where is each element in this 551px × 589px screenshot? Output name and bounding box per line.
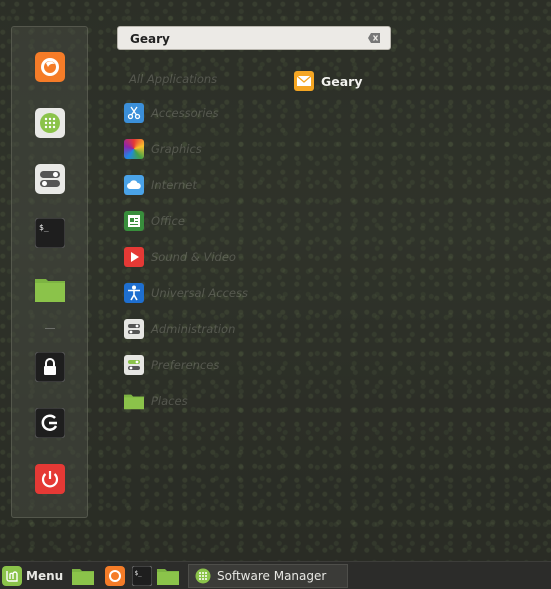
terminal-favorite-button[interactable]: $_ [34,217,66,249]
category-all-applications[interactable]: All Applications [129,72,217,86]
result-geary[interactable]: Geary [294,70,363,92]
terminal-icon: $_ [35,218,65,248]
lock-screen-favorite-button[interactable] [34,351,66,383]
svg-text:$_: $_ [39,223,49,232]
application-menu: $_ Geary All Applications Accessories Gr… [0,0,551,561]
taskbar: Menu $_ Software Manager [0,561,551,589]
mail-icon [294,71,314,91]
software-manager-favorite-button[interactable] [34,107,66,139]
favorites-separator [45,328,55,329]
clear-search-icon[interactable] [368,33,380,43]
category-label: Graphics [151,142,202,156]
office-icon [124,211,144,231]
terminal-icon: $_ [132,566,152,586]
category-label: Preferences [151,358,220,372]
category-label: Office [151,214,185,228]
graphics-icon [124,139,144,159]
grid-icon [35,108,65,138]
toggle-icon [124,319,144,339]
taskbar-files-launcher[interactable] [72,565,94,587]
power-icon [35,464,65,494]
category-label: Internet [151,178,197,192]
category-accessories[interactable]: Accessories [124,102,219,124]
category-label: Universal Access [151,286,248,300]
category-sound-video[interactable]: Sound & Video [124,246,236,268]
quit-favorite-button[interactable] [34,463,66,495]
favorites-panel: $_ [11,26,88,518]
taskbar-folder-launcher[interactable] [157,565,179,587]
category-universal-access[interactable]: Universal Access [124,282,248,304]
menu-button[interactable]: Menu [2,565,63,587]
scissors-icon [124,103,144,123]
toggle-icon [35,164,65,194]
search-input[interactable] [128,29,362,49]
folder-icon [35,279,65,302]
lock-icon [35,352,65,382]
category-graphics[interactable]: Graphics [124,138,202,160]
firefox-favorite-button[interactable] [34,51,66,83]
taskbar-window-label: Software Manager [217,569,327,583]
grid-icon [195,568,211,584]
folder-icon [157,569,179,585]
category-label: Sound & Video [151,250,236,264]
menu-label: Menu [26,569,64,583]
mint-logo-icon [2,566,22,586]
firefox-icon [105,566,125,586]
category-label: Administration [151,322,236,336]
category-preferences[interactable]: Preferences [124,354,219,376]
svg-text:$_: $_ [135,570,143,577]
category-label: Accessories [151,106,219,120]
toggle-icon [124,355,144,375]
folder-icon [72,569,94,585]
category-administration[interactable]: Administration [124,318,235,340]
taskbar-firefox-launcher[interactable] [104,565,126,587]
system-settings-favorite-button[interactable] [34,163,66,195]
firefox-icon [35,52,65,82]
search-box[interactable] [117,26,391,50]
category-internet[interactable]: Internet [124,174,197,196]
logout-icon [35,408,65,438]
result-label: Geary [321,73,363,89]
play-icon [124,247,144,267]
category-places[interactable]: Places [124,390,188,412]
logout-favorite-button[interactable] [34,407,66,439]
accessibility-icon [124,283,144,303]
taskbar-terminal-launcher[interactable]: $_ [131,565,153,587]
category-office[interactable]: Office [124,210,185,232]
cloud-icon [124,175,144,195]
files-favorite-button[interactable] [34,273,66,305]
category-label: Places [151,394,188,408]
folder-icon [124,391,144,411]
taskbar-window-software-manager[interactable]: Software Manager [188,564,348,588]
